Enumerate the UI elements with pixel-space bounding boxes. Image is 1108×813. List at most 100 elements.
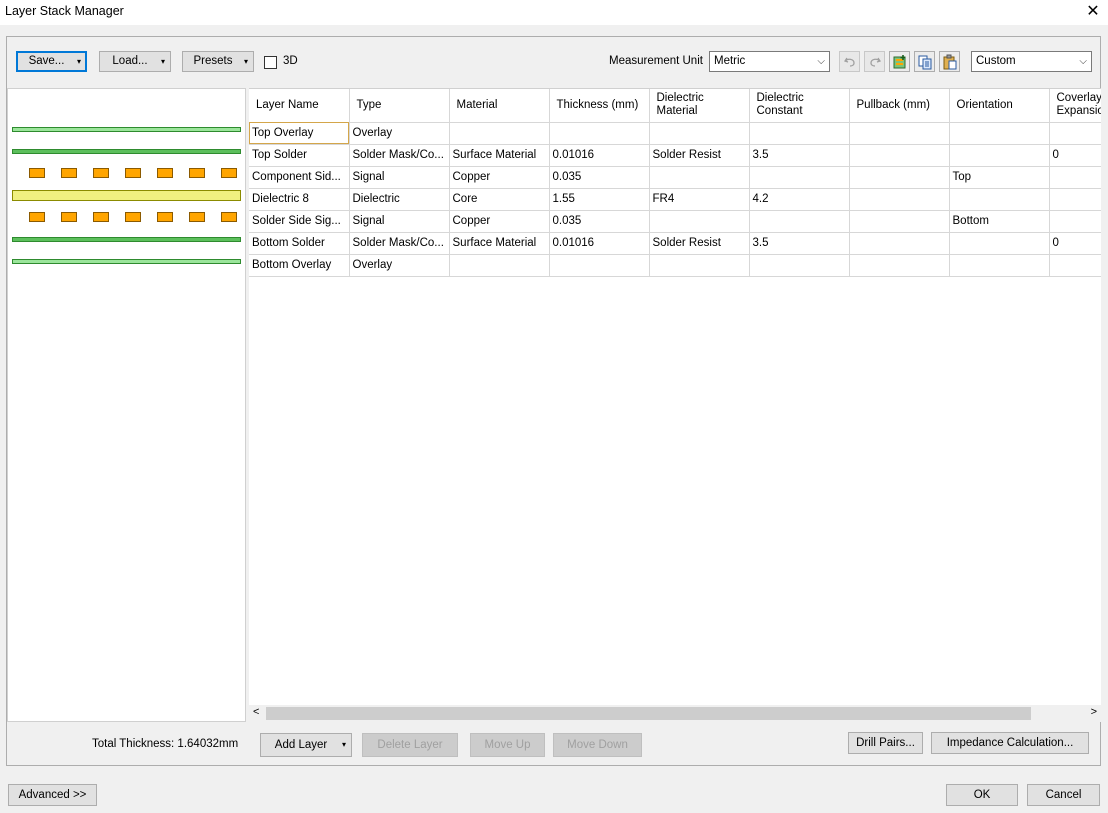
scroll-left-icon[interactable]: < xyxy=(253,706,259,718)
column-header[interactable]: Orientation xyxy=(949,89,1050,123)
table-cell[interactable]: 4.2 xyxy=(749,188,850,211)
table-cell[interactable] xyxy=(849,254,950,277)
advanced-button[interactable]: Advanced >> xyxy=(8,784,97,806)
table-cell[interactable] xyxy=(749,166,850,189)
undo-icon[interactable] xyxy=(839,51,860,72)
table-cell[interactable] xyxy=(1049,210,1101,233)
table-cell[interactable]: Signal xyxy=(349,210,450,233)
table-cell[interactable] xyxy=(849,210,950,233)
table-cell[interactable]: Overlay xyxy=(349,254,450,277)
table-cell[interactable]: 0.01016 xyxy=(549,144,650,167)
drill-pairs-button[interactable]: Drill Pairs... xyxy=(848,732,923,754)
redo-icon[interactable] xyxy=(864,51,885,72)
table-cell[interactable] xyxy=(849,188,950,211)
scroll-right-icon[interactable]: > xyxy=(1091,706,1097,718)
table-row[interactable]: Dielectric 8 Dielectric Core 1.55 FR4 4.2 xyxy=(249,188,1101,211)
table-cell[interactable] xyxy=(649,122,750,145)
table-cell[interactable] xyxy=(1049,254,1101,277)
table-cell[interactable]: 3.5 xyxy=(749,232,850,255)
table-cell[interactable] xyxy=(749,122,850,145)
column-header[interactable]: Material xyxy=(449,89,550,123)
table-cell[interactable]: Solder Mask/Co... xyxy=(349,232,450,255)
cancel-button[interactable]: Cancel xyxy=(1027,784,1100,806)
copy-icon[interactable] xyxy=(914,51,935,72)
column-header[interactable]: Dielectric Constant xyxy=(749,89,850,123)
column-header[interactable]: Type xyxy=(349,89,450,123)
table-cell[interactable] xyxy=(549,122,650,145)
column-header[interactable]: Thickness (mm) xyxy=(549,89,650,123)
table-cell[interactable]: Surface Material xyxy=(449,144,550,167)
table-cell[interactable]: Solder Side Sig... xyxy=(249,210,350,233)
table-cell[interactable] xyxy=(649,210,750,233)
table-cell[interactable] xyxy=(849,144,950,167)
table-row[interactable]: Top Overlay Overlay xyxy=(249,122,1101,145)
table-row[interactable]: Component Sid... Signal Copper 0.035 Top xyxy=(249,166,1101,189)
save-button[interactable]: Save... ▾ xyxy=(16,51,87,72)
move-up-button[interactable]: Move Up xyxy=(470,733,545,757)
table-cell[interactable]: Core xyxy=(449,188,550,211)
table-cell[interactable] xyxy=(749,254,850,277)
table-cell[interactable] xyxy=(949,188,1050,211)
table-cell[interactable] xyxy=(949,232,1050,255)
table-cell[interactable]: 0 xyxy=(1049,232,1101,255)
table-cell[interactable] xyxy=(849,166,950,189)
table-cell[interactable]: 0.01016 xyxy=(549,232,650,255)
table-cell[interactable]: Overlay xyxy=(349,122,450,145)
column-header[interactable]: Pullback (mm) xyxy=(849,89,950,123)
table-cell[interactable] xyxy=(649,166,750,189)
table-row[interactable]: Solder Side Sig... Signal Copper 0.035 Botto… xyxy=(249,210,1101,233)
table-cell[interactable] xyxy=(1049,122,1101,145)
delete-layer-button[interactable]: Delete Layer xyxy=(362,733,458,757)
table-cell[interactable]: Bottom xyxy=(949,210,1050,233)
table-cell[interactable]: FR4 xyxy=(649,188,750,211)
table-cell[interactable] xyxy=(949,144,1050,167)
close-icon[interactable]: ✕ xyxy=(1084,1,1102,21)
table-cell[interactable] xyxy=(549,254,650,277)
move-down-button[interactable]: Move Down xyxy=(553,733,642,757)
table-cell[interactable]: Dielectric 8 xyxy=(249,188,350,211)
load-button[interactable]: Load... ▾ xyxy=(99,51,171,72)
table-cell[interactable] xyxy=(649,254,750,277)
table-cell[interactable]: 0.035 xyxy=(549,166,650,189)
table-cell[interactable]: 0 xyxy=(1049,144,1101,167)
table-cell[interactable]: Top Overlay xyxy=(249,122,350,145)
impedance-calculation-button[interactable]: Impedance Calculation... xyxy=(931,732,1089,754)
add-layer-button[interactable]: Add Layer ▾ xyxy=(260,733,352,757)
column-header[interactable]: Layer Name xyxy=(249,89,350,123)
table-row[interactable]: Top Solder Solder Mask/Co... Surface Mater… xyxy=(249,144,1101,167)
measurement-unit-select[interactable]: Metric ⌵ xyxy=(709,51,830,72)
presets-button[interactable]: Presets ▾ xyxy=(182,51,254,72)
table-cell[interactable]: Solder Mask/Co... xyxy=(349,144,450,167)
table-cell[interactable]: Copper xyxy=(449,166,550,189)
table-cell[interactable]: Top Solder xyxy=(249,144,350,167)
table-cell[interactable] xyxy=(1049,188,1101,211)
add-layer-icon[interactable] xyxy=(889,51,910,72)
table-cell[interactable] xyxy=(749,210,850,233)
table-row[interactable]: Bottom Overlay Overlay xyxy=(249,254,1101,277)
column-header[interactable]: Coverlay Expansion xyxy=(1049,89,1101,123)
table-cell[interactable]: Bottom Overlay xyxy=(249,254,350,277)
table-cell[interactable] xyxy=(949,122,1050,145)
scrollbar-thumb[interactable] xyxy=(266,707,1031,720)
table-cell[interactable] xyxy=(949,254,1050,277)
horizontal-scrollbar[interactable]: < > xyxy=(249,705,1101,722)
ok-button[interactable]: OK xyxy=(946,784,1018,806)
column-header[interactable]: Dielectric Material xyxy=(649,89,750,123)
paste-icon[interactable] xyxy=(939,51,960,72)
table-cell[interactable]: Copper xyxy=(449,210,550,233)
table-cell[interactable]: Top xyxy=(949,166,1050,189)
table-row[interactable]: Bottom Solder Solder Mask/Co... Surface Ma… xyxy=(249,232,1101,255)
table-cell[interactable]: 1.55 xyxy=(549,188,650,211)
table-cell[interactable] xyxy=(449,254,550,277)
table-cell[interactable] xyxy=(449,122,550,145)
table-cell[interactable] xyxy=(1049,166,1101,189)
table-cell[interactable]: Signal xyxy=(349,166,450,189)
table-cell[interactable]: Solder Resist xyxy=(649,232,750,255)
preset-select[interactable]: Custom ⌵ xyxy=(971,51,1092,72)
table-cell[interactable]: Component Sid... xyxy=(249,166,350,189)
table-cell[interactable] xyxy=(849,232,950,255)
table-cell[interactable] xyxy=(849,122,950,145)
table-cell[interactable]: Bottom Solder xyxy=(249,232,350,255)
table-cell[interactable]: Surface Material xyxy=(449,232,550,255)
table-cell[interactable]: 0.035 xyxy=(549,210,650,233)
